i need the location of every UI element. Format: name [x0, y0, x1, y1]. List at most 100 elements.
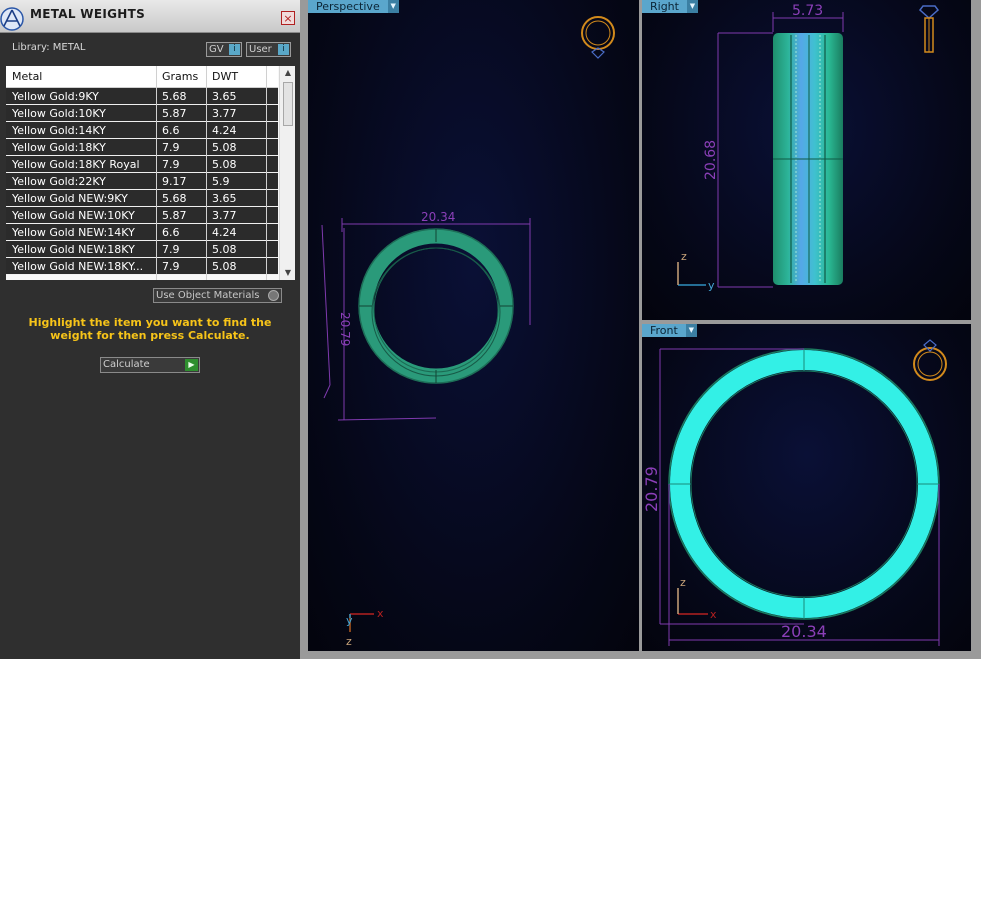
chevron-down-icon[interactable]: ▼ — [387, 0, 399, 13]
table-row[interactable]: Yellow Gold:18KY 7.9 5.08 — [6, 139, 278, 156]
metal-weights-panel: METAL WEIGHTS × Library: METAL GV i User… — [0, 0, 300, 659]
table-row[interactable]: Yellow Gold NEW:14KY 6.6 4.24 — [6, 224, 278, 241]
front-scene: 20.79 20.34 z x — [642, 339, 947, 646]
dwt-cell: 5.08 — [212, 158, 237, 171]
right-viewport[interactable]: 5.73 20.68 z y Right ▼ — [642, 0, 971, 320]
perspective-scene: 20.34 20.79 x y z — [321, 16, 615, 648]
dimension-height-label: 20.79 — [338, 312, 352, 346]
dimension-width-label: 5.73 — [792, 3, 823, 19]
table-row[interactable]: Yellow Gold NEW:18KY... 7.9 5.08 — [6, 258, 278, 275]
dwt-cell: 3.65 — [212, 192, 237, 205]
table-row[interactable]: Yellow Gold NEW:10KY 5.87 3.77 — [6, 207, 278, 224]
grams-cell: 5.68 — [162, 192, 187, 205]
table-row[interactable]: Yellow Gold:22KY 9.17 5.9 — [6, 173, 278, 190]
metal-cell: Yellow Gold:14KY — [12, 124, 106, 137]
viewport-label-text: Right — [650, 0, 679, 13]
app-logo-icon — [0, 7, 24, 31]
column-header-dwt[interactable]: DWT — [212, 70, 238, 83]
calculate-label: Calculate — [103, 359, 150, 370]
dimension-width-label: 20.34 — [781, 622, 827, 641]
user-library-toggle[interactable]: User i — [246, 42, 291, 57]
column-header-grams[interactable]: Grams — [162, 70, 198, 83]
table-row[interactable]: Yellow Gold:18KY Royal 7.9 5.08 — [6, 156, 278, 173]
ring-thumbnail-icon — [581, 16, 615, 59]
scroll-up-icon[interactable]: ▲ — [280, 66, 295, 80]
metal-cell: Yellow Gold NEW:18KY... — [12, 260, 144, 273]
table-row[interactable]: Yellow Gold NEW:9KY 5.68 3.65 — [6, 190, 278, 207]
metal-cell: Yellow Gold:10KY — [12, 107, 106, 120]
metal-cell: Yellow Gold NEW:10KY — [12, 209, 135, 222]
table-row[interactable]: Yellow Gold:10KY 5.87 3.77 — [6, 105, 278, 122]
grams-cell: 6.6 — [162, 124, 180, 137]
dwt-cell: 3.65 — [212, 90, 237, 103]
dwt-cell: 5.08 — [212, 260, 237, 273]
chevron-down-icon[interactable]: ▼ — [685, 324, 697, 337]
use-object-materials-toggle[interactable]: Use Object Materials — [153, 288, 282, 303]
metal-cell: Yellow Gold NEW:9KY — [12, 192, 128, 205]
axis-z-label: z — [680, 576, 686, 589]
table-row[interactable]: Yellow Gold NEW:18KY 7.9 5.08 — [6, 241, 278, 258]
column-header-metal[interactable]: Metal — [12, 70, 42, 83]
right-scene: 5.73 20.68 z y — [677, 3, 940, 292]
grams-cell: 7.9 — [162, 141, 180, 154]
axis-z-label: z — [681, 250, 687, 263]
gv-library-toggle[interactable]: GV i — [206, 42, 242, 57]
dwt-cell: 4.24 — [212, 124, 237, 137]
metal-weights-table: Metal Grams DWT Yellow Gold:9KY 5.68 3.65 Y… — [6, 66, 295, 280]
gv-label: GV — [209, 44, 224, 55]
scroll-down-icon[interactable]: ▼ — [280, 266, 295, 280]
info-icon: i — [278, 44, 289, 55]
ring-side-profile — [773, 33, 843, 285]
viewport-label-right[interactable]: Right ▼ — [642, 0, 698, 13]
viewport-label-text: Perspective — [316, 0, 380, 13]
panel-header: METAL WEIGHTS × — [0, 0, 300, 33]
dimension-height-label: 20.68 — [703, 140, 719, 180]
library-label: Library: METAL — [12, 42, 86, 53]
viewports-area: 20.34 20.79 x y z Perspective ▼ 5.73 20.… — [300, 0, 981, 659]
viewport-label-front[interactable]: Front ▼ — [642, 324, 697, 337]
dwt-cell: 5.08 — [212, 243, 237, 256]
grams-cell: 5.87 — [162, 107, 187, 120]
axis-z-label: z — [346, 635, 352, 648]
grams-cell: 7.9 — [162, 243, 180, 256]
front-viewport[interactable]: 20.79 20.34 z x Front ▼ — [642, 324, 971, 651]
table-row[interactable]: Yellow Gold:9KY 5.68 3.65 — [6, 88, 278, 105]
scroll-thumb[interactable] — [283, 82, 293, 126]
dimension-width-label: 20.34 — [421, 210, 455, 224]
grams-cell: 6.6 — [162, 226, 180, 239]
metal-cell: Yellow Gold NEW:18KY — [12, 243, 135, 256]
close-icon[interactable]: × — [281, 11, 295, 25]
use-object-materials-label: Use Object Materials — [156, 290, 260, 301]
table-header: Metal Grams DWT — [6, 66, 278, 88]
table-row[interactable]: Yellow Gold:14KY 6.6 4.24 — [6, 122, 278, 139]
perspective-viewport[interactable]: 20.34 20.79 x y z Perspective ▼ — [308, 0, 639, 651]
axis-gizmo — [349, 613, 374, 632]
axis-gizmo — [677, 588, 708, 615]
column-divider — [156, 66, 157, 280]
play-arrow-icon: ▶ — [185, 359, 198, 371]
dwt-cell: 5.9 — [212, 175, 230, 188]
viewport-label-text: Front — [650, 324, 678, 337]
column-divider — [206, 66, 207, 280]
chevron-down-icon[interactable]: ▼ — [686, 0, 698, 13]
metal-cell: Yellow Gold:18KY Royal — [12, 158, 140, 171]
calculate-button[interactable]: Calculate ▶ — [100, 357, 200, 373]
column-divider — [266, 66, 267, 280]
table-scrollbar[interactable]: ▲ ▼ — [279, 66, 295, 280]
panel-title: METAL WEIGHTS — [30, 7, 146, 21]
ring-thumbnail-icon — [913, 339, 947, 381]
user-label: User — [249, 44, 272, 55]
axis-y-label: y — [346, 614, 353, 627]
ring-front — [668, 348, 940, 620]
metal-cell: Yellow Gold NEW:14KY — [12, 226, 135, 239]
ring-thumbnail-icon — [918, 5, 940, 53]
ring-perspective — [358, 228, 514, 384]
grams-cell: 5.68 — [162, 90, 187, 103]
viewport-label-perspective[interactable]: Perspective ▼ — [308, 0, 399, 13]
axis-x-label: x — [710, 608, 717, 621]
grams-cell: 7.9 — [162, 158, 180, 171]
grams-cell: 9.17 — [162, 175, 187, 188]
info-icon: i — [229, 44, 240, 55]
toggle-knob-icon — [268, 290, 279, 301]
dwt-cell: 3.77 — [212, 107, 237, 120]
